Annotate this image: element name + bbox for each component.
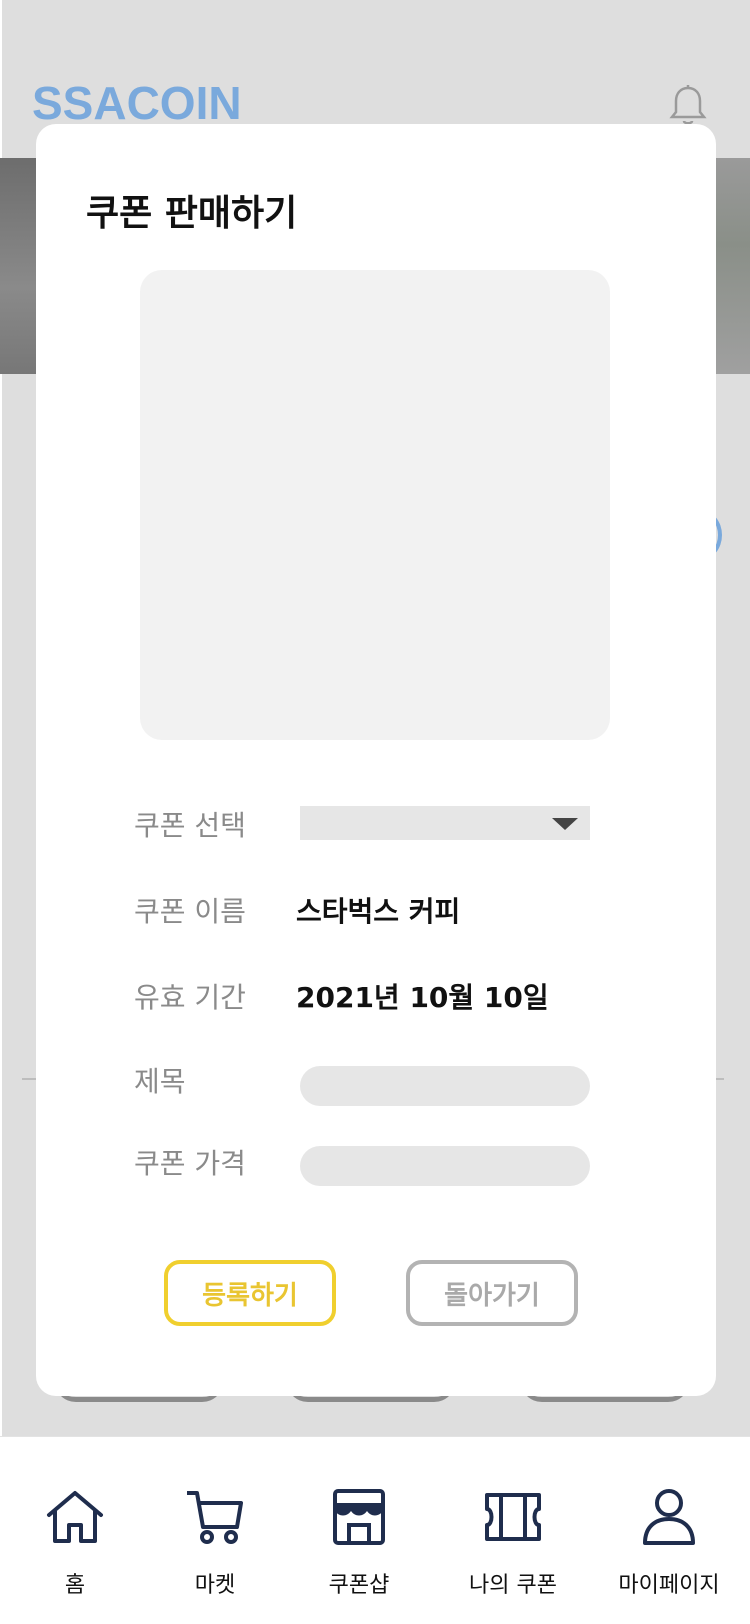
coupon-name-label: 쿠폰 이름 — [134, 895, 246, 928]
price-label: 쿠폰 가격 — [134, 1147, 246, 1180]
expiry-label: 유효 기간 — [134, 981, 246, 1014]
register-button[interactable]: 등록하기 — [164, 1260, 336, 1326]
chevron-down-icon — [552, 818, 578, 830]
nav-item-market[interactable]: 마켓 — [140, 1437, 290, 1624]
app-brand-logo: SSACOIN — [32, 77, 242, 129]
nav-label: 홈 — [64, 1573, 86, 1598]
user-icon — [643, 1489, 695, 1545]
nav-label: 마이페이지 — [618, 1573, 720, 1598]
coupon-select-label: 쿠폰 선택 — [134, 809, 246, 842]
price-input[interactable] — [300, 1146, 590, 1186]
nav-item-my-coupon[interactable]: 나의 쿠폰 — [438, 1437, 588, 1624]
nav-item-coupon-shop[interactable]: 쿠폰샵 — [284, 1437, 434, 1624]
coupon-name-value: 스타벅스 커피 — [296, 895, 461, 928]
nav-label: 마켓 — [194, 1573, 236, 1598]
nav-item-my-page[interactable]: 마이페이지 — [594, 1437, 744, 1624]
nav-label: 쿠폰샵 — [328, 1573, 390, 1598]
ticket-icon — [485, 1493, 541, 1541]
subject-input[interactable] — [300, 1066, 590, 1106]
modal-title: 쿠폰 판매하기 — [86, 193, 298, 234]
cart-icon — [187, 1491, 243, 1544]
bottom-nav: 홈 마켓 쿠폰샵 나의 쿠폰 마이페이지 — [0, 1436, 750, 1624]
banner-left-strip — [0, 158, 40, 374]
nav-label: 나의 쿠폰 — [469, 1573, 557, 1598]
coupon-image-placeholder[interactable] — [140, 270, 610, 740]
coupon-select-dropdown[interactable] — [300, 806, 590, 840]
home-icon — [47, 1491, 103, 1543]
store-icon — [333, 1489, 385, 1545]
expiry-value: 2021년 10월 10일 — [296, 981, 549, 1014]
nav-item-home[interactable]: 홈 — [0, 1437, 150, 1624]
coupon-sell-modal: 쿠폰 판매하기 쿠폰 선택 쿠폰 이름 스타벅스 커피 유효 기간 2021년 … — [36, 124, 716, 1396]
bell-icon[interactable] — [668, 84, 708, 128]
subject-label: 제목 — [134, 1065, 186, 1098]
back-button[interactable]: 돌아가기 — [406, 1260, 578, 1326]
